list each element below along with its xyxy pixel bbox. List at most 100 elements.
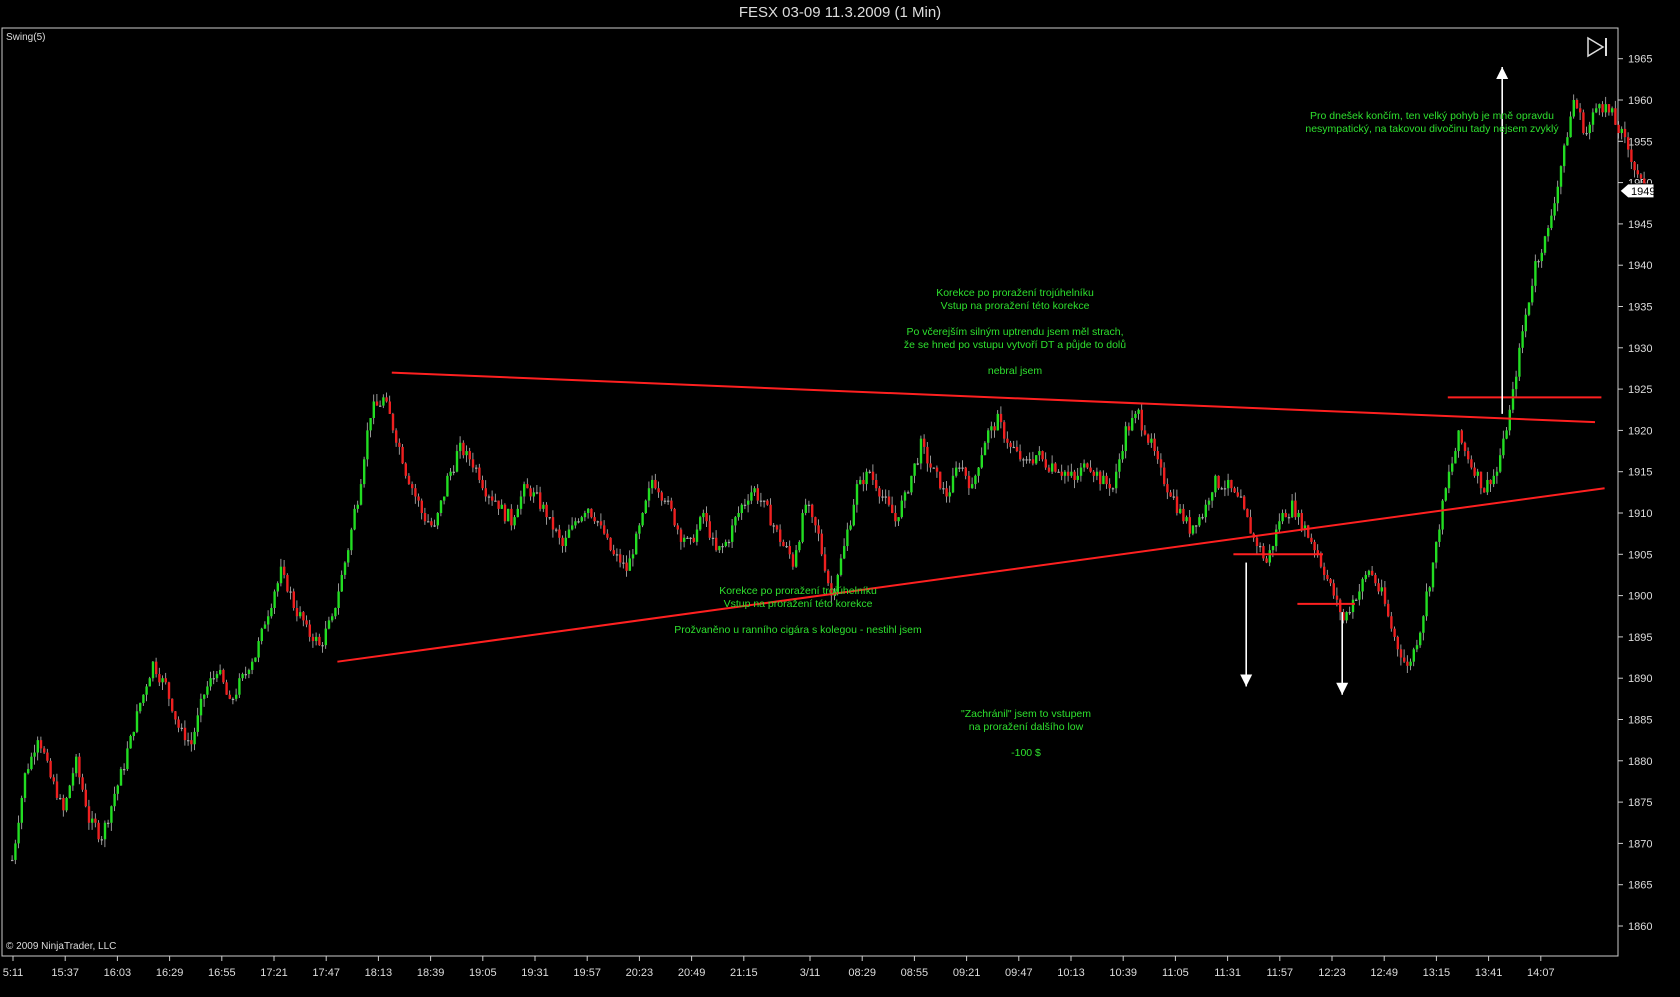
candle-body (1543, 236, 1547, 253)
candle-body (1575, 100, 1579, 109)
candle-body (231, 698, 235, 701)
price-chart[interactable]: 1860 1865 1870 1875 1880 1885 1890 1895 1900 1905… (0, 0, 1680, 997)
candle-body (219, 669, 222, 675)
candle-body (1630, 149, 1633, 162)
candle-body (1620, 128, 1623, 134)
candle-body (660, 492, 663, 501)
y-tick-label: 1875 (1628, 797, 1652, 809)
candle-body (39, 740, 43, 749)
candle-body (1351, 599, 1355, 613)
candle-body (1287, 517, 1291, 519)
candle-body (356, 504, 359, 509)
candle-body (913, 463, 916, 476)
candle-body (1236, 492, 1239, 497)
candle-body (1159, 459, 1163, 468)
candle-body (62, 797, 65, 811)
candle-body (974, 475, 977, 485)
candle-body (1454, 451, 1457, 464)
candle-body (388, 401, 391, 414)
candle-body (36, 740, 39, 753)
y-tick-label: 1910 (1628, 508, 1652, 520)
candle-body (574, 521, 577, 526)
candle-body (718, 546, 721, 551)
candle-body (257, 641, 260, 658)
x-tick-label: 12:49 (1370, 967, 1398, 979)
candle-body (1534, 261, 1537, 286)
candle-body (132, 731, 135, 737)
candle-body (23, 773, 27, 798)
candle-body (1396, 636, 1399, 650)
candle-body (164, 678, 167, 683)
x-tick-label: 3/11 (800, 967, 821, 979)
candle-body (273, 591, 276, 608)
candle-body (721, 546, 724, 548)
candle-body (225, 682, 228, 695)
candle-body (1550, 215, 1553, 229)
candle-body (1028, 459, 1031, 461)
candle-body (1249, 517, 1252, 534)
candle-body (580, 517, 583, 522)
x-tick-label: 12:23 (1318, 967, 1346, 979)
candle-body (1374, 574, 1377, 584)
candle-body (1403, 657, 1406, 662)
candle-body (151, 661, 155, 679)
candle-body (1015, 446, 1019, 452)
skip-forward-icon[interactable] (1586, 36, 1610, 58)
candle-body (129, 736, 132, 749)
candle-body (439, 500, 443, 513)
candle-body (1246, 508, 1249, 518)
candle-body (462, 442, 465, 456)
candle-body (1268, 550, 1271, 563)
candle-body (471, 459, 475, 468)
candle-body (1358, 591, 1361, 600)
candle-body (1310, 537, 1313, 542)
candle-body (1604, 104, 1607, 113)
candle-body (987, 430, 990, 443)
candle-body (612, 550, 615, 555)
candle-body (1070, 471, 1073, 476)
candle-body (180, 727, 183, 729)
candle-body (305, 620, 308, 625)
candle-body (932, 467, 935, 469)
candle-body (1041, 451, 1044, 460)
candle-body (1153, 438, 1156, 452)
candle-body (516, 508, 519, 518)
y-tick-label: 1930 (1628, 343, 1652, 355)
candle-body (1207, 500, 1211, 505)
candle-body (1511, 389, 1515, 410)
candle-body (1339, 599, 1342, 613)
candle-body (1086, 463, 1089, 468)
x-tick-label: 19:31 (521, 967, 549, 979)
candle-body (283, 566, 286, 575)
candle-body (1323, 566, 1326, 575)
candle-body (887, 496, 891, 505)
candle-body (1444, 488, 1447, 501)
candle-body (1479, 471, 1483, 489)
candle-body (756, 488, 759, 501)
candle-body (839, 558, 843, 575)
candle-body (1191, 525, 1195, 534)
candle-body (308, 624, 311, 637)
candle-body (171, 698, 174, 712)
candle-body (1335, 595, 1339, 600)
candle-body (142, 694, 145, 703)
candle-body (1572, 100, 1575, 117)
candle-body (1319, 554, 1323, 567)
candle-body (1390, 616, 1393, 629)
candle-body (942, 488, 945, 490)
candle-body (903, 492, 907, 501)
candle-body (507, 508, 510, 522)
candle-body (116, 785, 119, 794)
candle-body (1140, 409, 1143, 431)
candle-body (119, 769, 123, 786)
candle-body (1201, 517, 1204, 519)
candle-body (996, 413, 999, 431)
candle-body (1467, 451, 1470, 460)
candle-body (1460, 430, 1463, 443)
candle-body (1518, 347, 1521, 377)
candle-body (414, 488, 417, 497)
candle-body (1627, 137, 1630, 150)
candle-body (241, 674, 244, 679)
candle-body (420, 500, 423, 513)
candle-body (55, 781, 59, 798)
